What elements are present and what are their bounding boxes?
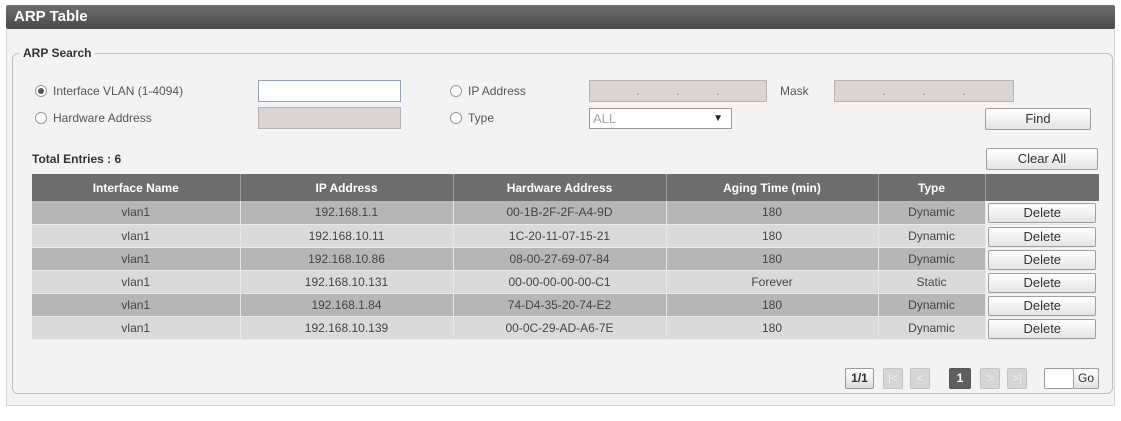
current-page-button[interactable]: 1 (949, 368, 971, 389)
cell-ip-address: 192.168.1.84 (240, 293, 454, 317)
cell-ip-address: 192.168.10.139 (240, 316, 454, 340)
table-header-row: Interface Name IP Address Hardware Addre… (32, 174, 1099, 201)
delete-button[interactable]: Delete (988, 249, 1097, 270)
column-header-hardware-address: Hardware Address (453, 174, 667, 201)
cell-ip-address: 192.168.1.1 (240, 201, 454, 225)
table-row: vlan1 192.168.10.86 08-00-27-69-07-84 18… (32, 247, 1099, 271)
table-row: vlan1 192.168.1.84 74-D4-35-20-74-E2 180… (32, 293, 1099, 317)
cell-interface-name: vlan1 (32, 247, 241, 271)
table-row: vlan1 192.168.10.11 1C-20-11-07-15-21 18… (32, 224, 1099, 248)
cell-aging-time: Forever (666, 270, 879, 294)
cell-hardware-address: 1C-20-11-07-15-21 (453, 224, 667, 248)
type-option[interactable]: Type (450, 111, 494, 125)
interface-vlan-input[interactable] (258, 80, 401, 102)
cell-hardware-address: 08-00-27-69-07-84 (453, 247, 667, 271)
cell-interface-name: vlan1 (32, 270, 241, 294)
find-button[interactable]: Find (985, 108, 1091, 130)
cell-aging-time: 180 (666, 316, 879, 340)
type-label: Type (468, 111, 495, 125)
clear-all-button[interactable]: Clear All (986, 148, 1098, 170)
first-page-button[interactable]: |< (883, 368, 903, 389)
cell-interface-name: vlan1 (32, 293, 241, 317)
cell-action: Delete (985, 247, 1099, 271)
cell-interface-name: vlan1 (32, 224, 241, 248)
cell-type: Dynamic (878, 224, 986, 248)
cell-type: Dynamic (878, 201, 986, 225)
cell-type: Dynamic (878, 247, 986, 271)
cell-action: Delete (985, 316, 1099, 340)
mask-octet-separators: ... (881, 84, 966, 98)
cell-ip-address: 192.168.10.131 (240, 270, 454, 294)
total-entries: Total Entries : 6 (32, 152, 122, 166)
type-radio[interactable] (450, 112, 462, 124)
ip-address-radio[interactable] (450, 85, 462, 97)
cell-interface-name: vlan1 (32, 201, 241, 225)
column-header-ip-address: IP Address (240, 174, 454, 201)
last-page-button[interactable]: >| (1007, 368, 1027, 389)
cell-aging-time: 180 (666, 224, 879, 248)
delete-button[interactable]: Delete (988, 295, 1097, 316)
arp-search-legend: ARP Search (23, 46, 92, 60)
cell-ip-address: 192.168.10.11 (240, 224, 454, 248)
cell-aging-time: 180 (666, 293, 879, 317)
cell-type: Dynamic (878, 293, 986, 317)
ip-address-input[interactable]: ... (589, 80, 767, 102)
type-select-value: ALL (593, 111, 617, 126)
ip-address-octet-separators: ... (636, 84, 720, 98)
arp-table: Interface Name IP Address Hardware Addre… (32, 174, 1099, 340)
cell-action: Delete (985, 224, 1099, 248)
delete-button[interactable]: Delete (988, 318, 1097, 339)
delete-button[interactable]: Delete (988, 203, 1097, 224)
cell-aging-time: 180 (666, 201, 879, 225)
table-row: vlan1 192.168.10.131 00-00-00-00-00-C1 F… (32, 270, 1099, 294)
interface-vlan-radio[interactable] (35, 85, 47, 97)
cell-type: Static (878, 270, 986, 294)
mask-input[interactable]: ... (834, 80, 1014, 102)
cell-action: Delete (985, 201, 1099, 225)
go-button[interactable]: Go (1073, 368, 1099, 389)
cell-interface-name: vlan1 (32, 316, 241, 340)
cell-aging-time: 180 (666, 247, 879, 271)
column-header-aging-time: Aging Time (min) (666, 174, 879, 201)
page-info: 1/1 (845, 368, 874, 389)
prev-page-button[interactable]: < (910, 368, 930, 389)
cell-type: Dynamic (878, 316, 986, 340)
table-row: vlan1 192.168.10.139 00-0C-29-AD-A6-7E 1… (32, 316, 1099, 340)
cell-hardware-address: 74-D4-35-20-74-E2 (453, 293, 667, 317)
next-page-button[interactable]: > (980, 368, 1000, 389)
hardware-address-option[interactable]: Hardware Address (35, 111, 152, 125)
interface-vlan-label: Interface VLAN (1-4094) (53, 84, 184, 98)
page-title: ARP Table (6, 5, 1115, 29)
delete-button[interactable]: Delete (988, 226, 1097, 247)
column-header-type: Type (878, 174, 986, 201)
interface-vlan-option[interactable]: Interface VLAN (1-4094) (35, 84, 183, 98)
column-header-interface-name: Interface Name (32, 174, 241, 201)
type-select[interactable]: ALL ▼ (589, 108, 732, 129)
cell-ip-address: 192.168.10.86 (240, 247, 454, 271)
delete-button[interactable]: Delete (988, 272, 1097, 293)
cell-hardware-address: 00-0C-29-AD-A6-7E (453, 316, 667, 340)
page-number-input[interactable] (1044, 368, 1074, 389)
cell-action: Delete (985, 270, 1099, 294)
hardware-address-radio[interactable] (35, 112, 47, 124)
mask-label: Mask (780, 84, 809, 98)
ip-address-label: IP Address (468, 84, 526, 98)
table-row: vlan1 192.168.1.1 00-1B-2F-2F-A4-9D 180 … (32, 201, 1099, 225)
dropdown-arrow-icon: ▼ (713, 113, 723, 124)
cell-hardware-address: 00-1B-2F-2F-A4-9D (453, 201, 667, 225)
cell-hardware-address: 00-00-00-00-00-C1 (453, 270, 667, 294)
column-header-action (985, 174, 1099, 201)
hardware-address-label: Hardware Address (53, 111, 152, 125)
cell-action: Delete (985, 293, 1099, 317)
ip-address-option[interactable]: IP Address (450, 84, 526, 98)
hardware-address-input[interactable] (258, 107, 401, 129)
